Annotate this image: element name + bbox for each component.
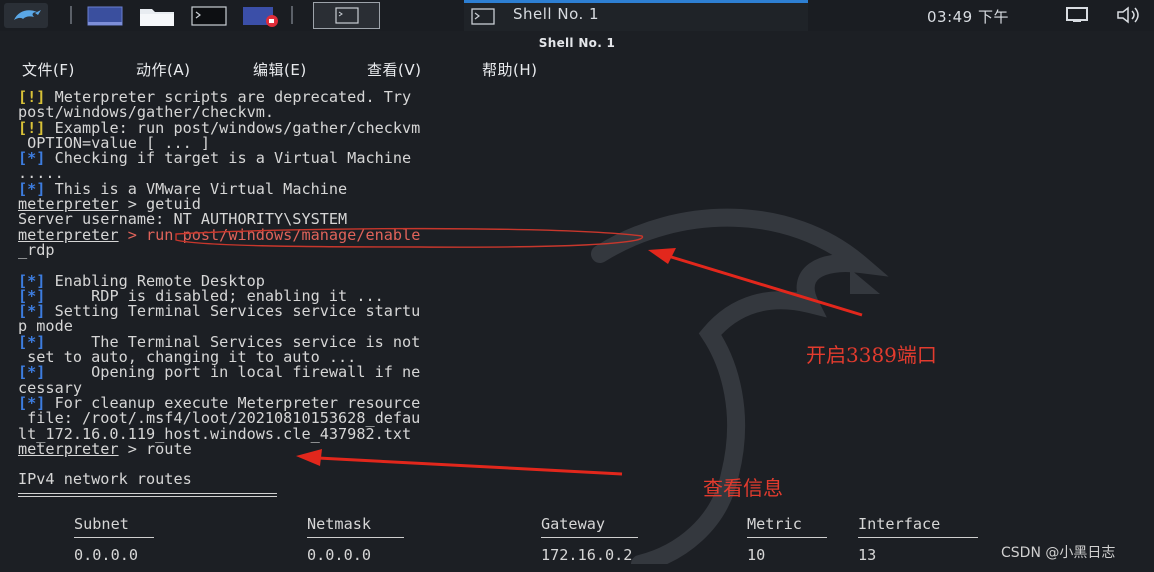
- annotation-view-info: 查看信息: [703, 476, 783, 500]
- route-cell-gateway: 172.16.0.2: [541, 546, 633, 564]
- screen-recorder-icon: [243, 7, 278, 27]
- terminal-output[interactable]: [!] Meterpreter scripts are deprecated. …: [0, 84, 1154, 572]
- route-cell-interface: 13: [858, 546, 877, 564]
- file-manager-button[interactable]: [138, 3, 176, 28]
- routes-header-interface: Interface: [858, 515, 941, 533]
- menu-action[interactable]: 动作(A): [136, 59, 190, 80]
- desktop-icon: [87, 6, 123, 26]
- terminal-lines: [!] Meterpreter scripts are deprecated. …: [18, 89, 421, 488]
- terminal-app-button[interactable]: [190, 3, 228, 28]
- output-text: Setting Terminal Services service startu: [45, 302, 421, 321]
- header-underline: [74, 537, 154, 538]
- output-text: IPv4 network routes: [18, 470, 192, 489]
- panel-separator: [291, 6, 293, 24]
- routes-title-underline: [18, 493, 277, 494]
- display-icon[interactable]: [1066, 7, 1088, 23]
- terminal-line: IPv4 network routes: [18, 472, 420, 487]
- menu-edit[interactable]: 编辑(E): [253, 59, 307, 80]
- route-cell-subnet: 0.0.0.0: [74, 546, 139, 564]
- routes-title-underline: [18, 496, 277, 497]
- terminal-line: [*] Checking if target is a Virtual Mach…: [18, 151, 420, 166]
- folder-icon: [140, 9, 174, 26]
- output-text: Checking if target is a Virtual Machine: [45, 149, 412, 168]
- output-text: Opening port in local firewall if ne: [45, 363, 421, 382]
- terminal-line: meterpreter > run post/windows/manage/en…: [18, 225, 421, 244]
- routes-header-metric: Metric: [747, 515, 802, 533]
- kali-dragon-icon: [4, 3, 48, 28]
- terminal-line: _rdp: [18, 240, 420, 259]
- menu-file[interactable]: 文件(F): [22, 59, 75, 80]
- workspace-window-icon: [335, 7, 359, 24]
- volume-icon[interactable]: [1116, 6, 1142, 24]
- terminal-line: [*] Setting Terminal Services service st…: [18, 304, 420, 319]
- header-underline: [541, 537, 638, 538]
- annotation-enable-rdp: 开启3389端口: [806, 343, 937, 367]
- route-cell-metric: 10: [747, 546, 766, 564]
- terminal-icon: [191, 6, 227, 26]
- routes-header-subnet: Subnet: [74, 515, 129, 533]
- window-title: Shell No. 1: [0, 31, 1154, 56]
- meterpreter-prompt: meterpreter: [18, 439, 119, 458]
- screen-recorder-button[interactable]: [241, 3, 279, 28]
- csdn-watermark: CSDN @小黑日志: [1001, 545, 1116, 561]
- workspace-switcher[interactable]: [313, 2, 380, 29]
- top-panel: Shell No. 1 03:49 下午: [0, 0, 1154, 31]
- menu-view[interactable]: 查看(V): [367, 59, 421, 80]
- header-underline: [747, 537, 827, 538]
- header-underline: [307, 537, 404, 538]
- routes-header-gateway: Gateway: [541, 515, 606, 533]
- command-text: > run post/windows/manage/enable: [118, 225, 421, 244]
- menu-help[interactable]: 帮助(H): [482, 59, 537, 80]
- menu-bar: 文件(F) 动作(A) 编辑(E) 查看(V) 帮助(H): [0, 56, 1154, 84]
- panel-separator: [70, 6, 72, 24]
- routes-header-netmask: Netmask: [307, 515, 372, 533]
- terminal-line: meterpreter > route: [18, 439, 420, 458]
- route-cell-netmask: 0.0.0.0: [307, 546, 372, 564]
- terminal-icon: [471, 8, 495, 25]
- clock[interactable]: 03:49 下午: [927, 6, 1009, 27]
- taskbar-shell-window[interactable]: Shell No. 1: [464, 0, 808, 31]
- output-text: _rdp: [18, 240, 55, 259]
- header-underline: [858, 537, 978, 538]
- command-text: > route: [118, 439, 192, 458]
- show-desktop-button[interactable]: [86, 3, 124, 28]
- taskbar-window-title: Shell No. 1: [513, 5, 600, 23]
- kali-menu-button[interactable]: [4, 3, 48, 28]
